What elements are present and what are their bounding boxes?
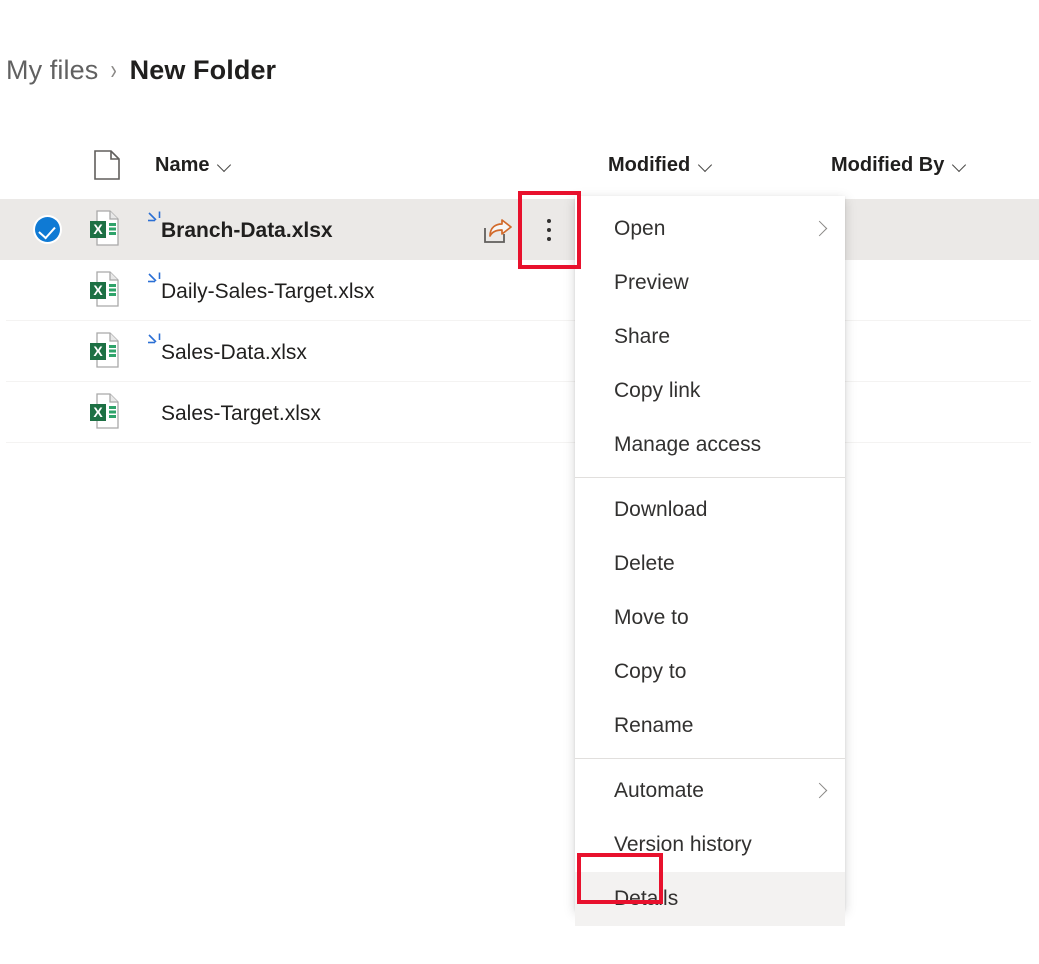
menu-item-label: Move to	[614, 606, 689, 629]
menu-item-delete[interactable]: Delete	[575, 537, 845, 591]
share-icon	[483, 218, 512, 243]
file-name-label: Branch-Data.xlsx	[161, 218, 333, 242]
onedrive-file-browser: My files › New Folder Name Modified Modi…	[0, 0, 1039, 964]
menu-item-version-history[interactable]: Version history	[575, 818, 845, 872]
table-row[interactable]: X Sales-Target.xlsx	[0, 382, 1039, 443]
breadcrumb: My files › New Folder	[6, 48, 276, 92]
file-list: X Branch-Data.xlsx X Daily-Sales-Target.…	[0, 199, 1039, 443]
svg-text:X: X	[93, 343, 103, 359]
menu-item-manage-access[interactable]: Manage access	[575, 418, 845, 472]
chevron-right-icon	[811, 783, 827, 799]
file-name-label: Sales-Data.xlsx	[161, 340, 307, 364]
column-headers: Name Modified Modified By	[0, 143, 1039, 187]
column-header-modified[interactable]: Modified	[608, 143, 713, 187]
file-name-cell[interactable]: Sales-Target.xlsx	[147, 391, 321, 435]
menu-item-details[interactable]: Details	[575, 872, 845, 926]
context-menu-group: Download Delete Move to Copy to Rename	[575, 483, 845, 753]
menu-item-label: Automate	[614, 779, 704, 802]
menu-item-label: Share	[614, 325, 671, 348]
column-header-name-label: Name	[155, 153, 210, 176]
menu-item-rename[interactable]: Rename	[575, 699, 845, 753]
menu-item-copy-to[interactable]: Copy to	[575, 645, 845, 699]
file-type-cell: X	[89, 331, 123, 372]
file-type-cell: X	[89, 270, 123, 311]
menu-item-label: Version history	[614, 833, 752, 856]
table-row[interactable]: X Daily-Sales-Target.xlsx	[0, 260, 1039, 321]
new-file-indicator-icon	[148, 211, 161, 221]
menu-item-open[interactable]: Open	[575, 202, 845, 256]
menu-item-label: Copy to	[614, 660, 687, 683]
menu-item-move-to[interactable]: Move to	[575, 591, 845, 645]
chevron-down-icon	[699, 158, 713, 172]
menu-item-label: Download	[614, 498, 708, 521]
context-menu[interactable]: Open Preview Share Copy link Manage acce…	[575, 196, 845, 926]
excel-file-icon: X	[90, 331, 119, 368]
share-button[interactable]	[480, 216, 514, 246]
chevron-right-icon	[811, 221, 827, 237]
more-actions-button[interactable]	[532, 213, 566, 247]
page-icon	[94, 150, 120, 180]
menu-item-automate[interactable]: Automate	[575, 764, 845, 818]
menu-item-label: Copy link	[614, 379, 701, 402]
context-menu-group: Automate Version history Details	[575, 764, 845, 926]
menu-item-preview[interactable]: Preview	[575, 256, 845, 310]
more-vertical-icon	[547, 237, 551, 241]
breadcrumb-separator-icon: ›	[110, 53, 118, 85]
file-name-label: Daily-Sales-Target.xlsx	[161, 279, 375, 303]
more-vertical-icon	[547, 228, 551, 232]
menu-item-label: Open	[614, 217, 666, 240]
file-type-cell: X	[89, 392, 123, 433]
file-name-cell[interactable]: Sales-Data.xlsx	[147, 330, 307, 374]
svg-text:X: X	[93, 282, 103, 298]
breadcrumb-root-link[interactable]: My files	[6, 55, 98, 86]
menu-divider	[575, 758, 845, 759]
chevron-down-icon	[218, 158, 232, 172]
file-name-cell[interactable]: Daily-Sales-Target.xlsx	[147, 269, 375, 313]
menu-item-label: Details	[614, 887, 679, 910]
context-menu-group: Open Preview Share Copy link Manage acce…	[575, 202, 845, 472]
row-select-checkbox[interactable]	[30, 213, 64, 247]
column-header-file-type[interactable]	[94, 143, 120, 187]
new-file-indicator-icon	[148, 333, 161, 343]
file-type-cell: X	[89, 209, 123, 250]
file-name-label: Sales-Target.xlsx	[161, 401, 321, 425]
breadcrumb-current-folder[interactable]: New Folder	[130, 55, 277, 86]
file-name-cell[interactable]: Branch-Data.xlsx	[147, 208, 333, 252]
column-header-name[interactable]: Name	[155, 143, 232, 187]
svg-text:X: X	[93, 404, 103, 420]
excel-file-icon: X	[90, 392, 119, 429]
new-file-indicator-icon	[148, 272, 161, 282]
menu-item-label: Delete	[614, 552, 675, 575]
menu-item-label: Rename	[614, 714, 694, 737]
column-header-modified-label: Modified	[608, 153, 691, 176]
menu-divider	[575, 477, 845, 478]
menu-item-label: Manage access	[614, 433, 762, 456]
svg-text:X: X	[93, 221, 103, 237]
table-row[interactable]: X Sales-Data.xlsx	[0, 321, 1039, 382]
menu-item-download[interactable]: Download	[575, 483, 845, 537]
menu-item-share[interactable]: Share	[575, 310, 845, 364]
row-divider	[6, 442, 1031, 443]
menu-item-label: Preview	[614, 271, 689, 294]
checkmark-circle-icon	[34, 217, 60, 242]
table-row[interactable]: X Branch-Data.xlsx	[0, 199, 1039, 260]
menu-item-copy-link[interactable]: Copy link	[575, 364, 845, 418]
column-header-modified-by-label: Modified By	[831, 153, 945, 176]
column-header-modified-by[interactable]: Modified By	[831, 143, 967, 187]
chevron-down-icon	[953, 158, 967, 172]
excel-file-icon: X	[90, 270, 119, 307]
excel-file-icon: X	[90, 209, 119, 246]
more-vertical-icon	[547, 219, 551, 223]
